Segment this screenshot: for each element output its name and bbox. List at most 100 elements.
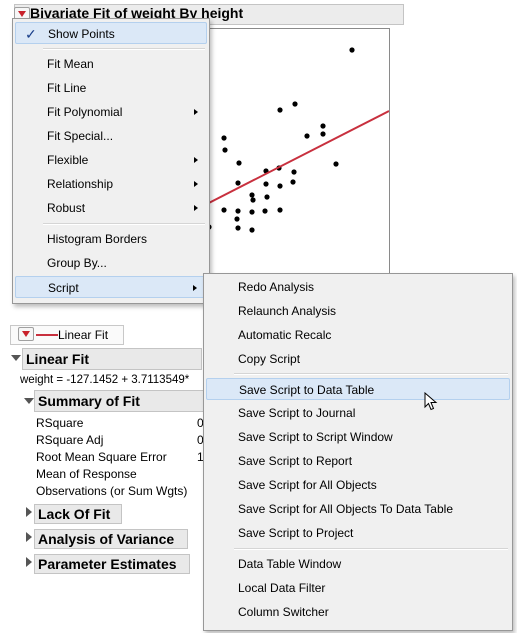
menu-item-label: Data Table Window xyxy=(238,557,342,571)
menu-item-label: Save Script to Data Table xyxy=(239,383,375,397)
menu-item-fit-line[interactable]: Fit Line xyxy=(15,77,207,99)
menu-item-redo-analysis[interactable]: Redo Analysis xyxy=(206,276,510,298)
menu-item-label: Histogram Borders xyxy=(47,232,148,246)
menu-separator xyxy=(234,548,508,550)
menu-separator xyxy=(43,48,205,50)
menu-item-local-data-filter[interactable]: Local Data Filter xyxy=(206,577,510,599)
menu-item-label: Save Script to Report xyxy=(238,454,353,468)
red-triangle-menu: ✓ Show Points Fit Mean Fit Line Fit Poly… xyxy=(12,18,210,304)
data-point xyxy=(221,207,227,213)
disclosure-closed-icon[interactable] xyxy=(26,532,32,542)
data-point xyxy=(333,161,339,167)
fit-equation: weight = -127.1452 + 3.7113549* xyxy=(20,374,190,386)
menu-item-label: Column Switcher xyxy=(238,605,329,619)
legend-red-triangle-icon[interactable] xyxy=(18,327,34,341)
data-point xyxy=(320,123,326,129)
data-point xyxy=(349,47,355,53)
menu-item-save-script-to-journal[interactable]: Save Script to Journal xyxy=(206,402,510,424)
submenu-arrow-icon xyxy=(194,205,198,211)
menu-item-label: Save Script to Script Window xyxy=(238,430,393,444)
data-point xyxy=(277,207,283,213)
data-point xyxy=(250,197,256,203)
legend-label: Linear Fit xyxy=(58,328,109,342)
data-point xyxy=(249,227,255,233)
menu-item-group-by[interactable]: Group By... xyxy=(15,252,207,274)
disclosure-open-icon[interactable] xyxy=(24,398,34,404)
disclosure-open-icon[interactable] xyxy=(11,355,21,361)
disclosure-closed-icon[interactable] xyxy=(26,507,32,517)
menu-item-save-script-to-report[interactable]: Save Script to Report xyxy=(206,450,510,472)
data-point xyxy=(235,208,241,214)
menu-item-save-script-for-all-objects[interactable]: Save Script for All Objects xyxy=(206,474,510,496)
data-point xyxy=(304,133,310,139)
data-point xyxy=(277,107,283,113)
submenu-arrow-icon xyxy=(194,109,198,115)
data-point xyxy=(290,179,296,185)
data-point xyxy=(263,181,269,187)
linear-fit-header[interactable]: Linear Fit xyxy=(22,348,202,370)
lack-of-fit-header[interactable]: Lack Of Fit xyxy=(34,504,122,524)
menu-item-histogram-borders[interactable]: Histogram Borders xyxy=(15,228,207,250)
summary-label-rsquare: RSquare xyxy=(36,416,84,430)
analysis-of-variance-header[interactable]: Analysis of Variance xyxy=(34,529,188,549)
data-point xyxy=(291,169,297,175)
data-point xyxy=(234,216,240,222)
data-point xyxy=(249,209,255,215)
menu-item-label: Fit Special... xyxy=(47,129,114,143)
menu-item-column-switcher[interactable]: Column Switcher xyxy=(206,601,510,623)
menu-item-label: Automatic Recalc xyxy=(238,328,332,342)
plot-canvas xyxy=(200,47,390,233)
checkmark-icon: ✓ xyxy=(25,26,37,42)
menu-item-robust[interactable]: Robust xyxy=(15,197,207,219)
data-point xyxy=(292,101,298,107)
menu-item-label: Save Script to Journal xyxy=(238,406,356,420)
menu-item-relationship[interactable]: Relationship xyxy=(15,173,207,195)
menu-item-show-points[interactable]: ✓ Show Points xyxy=(15,22,207,44)
data-point xyxy=(277,183,283,189)
menu-item-fit-mean[interactable]: Fit Mean xyxy=(15,53,207,75)
menu-item-label: Group By... xyxy=(47,256,107,270)
summary-label-observations: Observations (or Sum Wgts) xyxy=(36,484,188,498)
parameter-estimates-header[interactable]: Parameter Estimates xyxy=(34,554,190,574)
menu-item-label: Script xyxy=(48,281,79,295)
scatter-plot xyxy=(200,28,390,276)
menu-item-label: Fit Mean xyxy=(47,57,94,71)
data-point xyxy=(264,194,270,200)
summary-label-mean-response: Mean of Response xyxy=(36,467,137,481)
data-point xyxy=(222,147,228,153)
menu-item-flexible[interactable]: Flexible xyxy=(15,149,207,171)
menu-item-script[interactable]: Script xyxy=(15,276,207,298)
summary-label-rsquare-adj: RSquare Adj xyxy=(36,433,104,447)
data-point xyxy=(235,225,241,231)
menu-item-label: Save Script for All Objects To Data Tabl… xyxy=(238,502,453,516)
data-point xyxy=(249,192,255,198)
menu-item-copy-script[interactable]: Copy Script xyxy=(206,348,510,370)
menu-item-label: Fit Line xyxy=(47,81,87,95)
data-point xyxy=(236,160,242,166)
script-submenu: Redo Analysis Relaunch Analysis Automati… xyxy=(203,273,513,631)
menu-item-fit-special[interactable]: Fit Special... xyxy=(15,125,207,147)
data-point xyxy=(320,131,326,137)
summary-of-fit-header[interactable]: Summary of Fit xyxy=(34,390,204,412)
menu-item-label: Robust xyxy=(47,201,86,215)
menu-separator xyxy=(234,373,508,375)
menu-item-save-script-to-script-window[interactable]: Save Script to Script Window xyxy=(206,426,510,448)
submenu-arrow-icon xyxy=(194,157,198,163)
menu-item-save-script-for-all-objects-to-data-table[interactable]: Save Script for All Objects To Data Tabl… xyxy=(206,498,510,520)
menu-item-save-script-to-data-table[interactable]: Save Script to Data Table xyxy=(206,378,510,400)
menu-item-label: Save Script to Project xyxy=(238,526,354,540)
fit-line xyxy=(200,110,390,208)
menu-item-save-script-to-project[interactable]: Save Script to Project xyxy=(206,522,510,544)
menu-item-relaunch-analysis[interactable]: Relaunch Analysis xyxy=(206,300,510,322)
menu-item-fit-polynomial[interactable]: Fit Polynomial xyxy=(15,101,207,123)
submenu-arrow-icon xyxy=(193,285,197,291)
menu-item-label: Save Script for All Objects xyxy=(238,478,377,492)
submenu-arrow-icon xyxy=(194,181,198,187)
menu-item-automatic-recalc[interactable]: Automatic Recalc xyxy=(206,324,510,346)
menu-item-label: Copy Script xyxy=(238,352,301,366)
data-point xyxy=(235,180,241,186)
fit-line-swatch xyxy=(36,334,58,336)
disclosure-closed-icon[interactable] xyxy=(26,557,32,567)
menu-item-label: Fit Polynomial xyxy=(47,105,123,119)
menu-item-data-table-window[interactable]: Data Table Window xyxy=(206,553,510,575)
